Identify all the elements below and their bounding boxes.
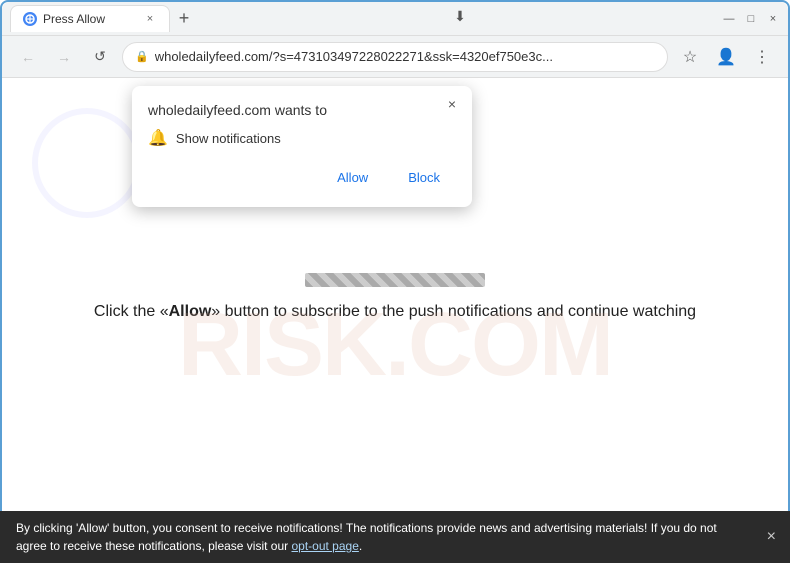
popup-close-button[interactable]: × bbox=[442, 94, 462, 114]
popup-buttons: Allow Block bbox=[148, 164, 456, 191]
titlebar: Press Allow × + ⬇ — □ × bbox=[2, 2, 788, 36]
url-text: wholedailyfeed.com/?s=473103497228022271… bbox=[155, 49, 655, 64]
back-button[interactable]: ← bbox=[14, 43, 42, 71]
bottom-bar-text: By clicking 'Allow' button, you consent … bbox=[16, 519, 750, 555]
bookmark-icon[interactable]: ☆ bbox=[676, 43, 704, 71]
bell-icon: 🔔 bbox=[148, 128, 168, 148]
download-area: ⬇ bbox=[448, 5, 472, 33]
block-button[interactable]: Block bbox=[392, 164, 456, 191]
maximize-button[interactable]: □ bbox=[744, 12, 758, 26]
popup-notification-text: Show notifications bbox=[176, 131, 281, 146]
new-tab-button[interactable]: + bbox=[170, 5, 198, 33]
opt-out-link[interactable]: opt-out page bbox=[291, 539, 358, 553]
popup-notification-row: 🔔 Show notifications bbox=[148, 128, 456, 148]
download-icon: ⬇ bbox=[448, 5, 472, 29]
main-text: Click the «Allow» button to subscribe to… bbox=[2, 303, 788, 321]
progress-bar bbox=[305, 273, 485, 287]
bottom-bar-close-button[interactable]: × bbox=[767, 525, 776, 549]
profile-icon[interactable]: 👤 bbox=[712, 43, 740, 71]
lock-icon: 🔒 bbox=[135, 50, 149, 63]
popup-title: wholedailyfeed.com wants to bbox=[148, 102, 456, 118]
active-tab[interactable]: Press Allow × bbox=[10, 5, 170, 32]
circle-watermark bbox=[32, 108, 142, 218]
reload-button[interactable]: ↺ bbox=[86, 43, 114, 71]
notification-popup: × wholedailyfeed.com wants to 🔔 Show not… bbox=[132, 86, 472, 207]
addressbar: ← → ↺ 🔒 wholedailyfeed.com/?s=4731034972… bbox=[2, 36, 788, 78]
minimize-button[interactable]: — bbox=[722, 12, 736, 26]
menu-button[interactable]: ⋮ bbox=[748, 43, 776, 71]
bottom-bar: By clicking 'Allow' button, you consent … bbox=[0, 511, 790, 563]
bottom-bar-text-after: . bbox=[359, 539, 362, 553]
tab-close-button[interactable]: × bbox=[143, 12, 157, 26]
url-bar[interactable]: 🔒 wholedailyfeed.com/?s=4731034972280222… bbox=[122, 42, 668, 72]
main-text-prefix: Click the « bbox=[94, 303, 169, 320]
close-window-button[interactable]: × bbox=[766, 12, 780, 26]
window-controls: — □ × bbox=[722, 12, 780, 26]
allow-button[interactable]: Allow bbox=[321, 164, 384, 191]
main-text-bold: Allow bbox=[169, 303, 212, 320]
progress-area bbox=[305, 273, 485, 287]
forward-button[interactable]: → bbox=[50, 43, 78, 71]
main-text-suffix: » button to subscribe to the push notifi… bbox=[211, 303, 696, 320]
tab-favicon bbox=[23, 12, 37, 26]
page-content: rr × wholedailyfeed.com wants to 🔔 Show … bbox=[2, 78, 788, 477]
tab-title: Press Allow bbox=[43, 12, 137, 26]
bottom-bar-text-before: By clicking 'Allow' button, you consent … bbox=[16, 521, 717, 553]
